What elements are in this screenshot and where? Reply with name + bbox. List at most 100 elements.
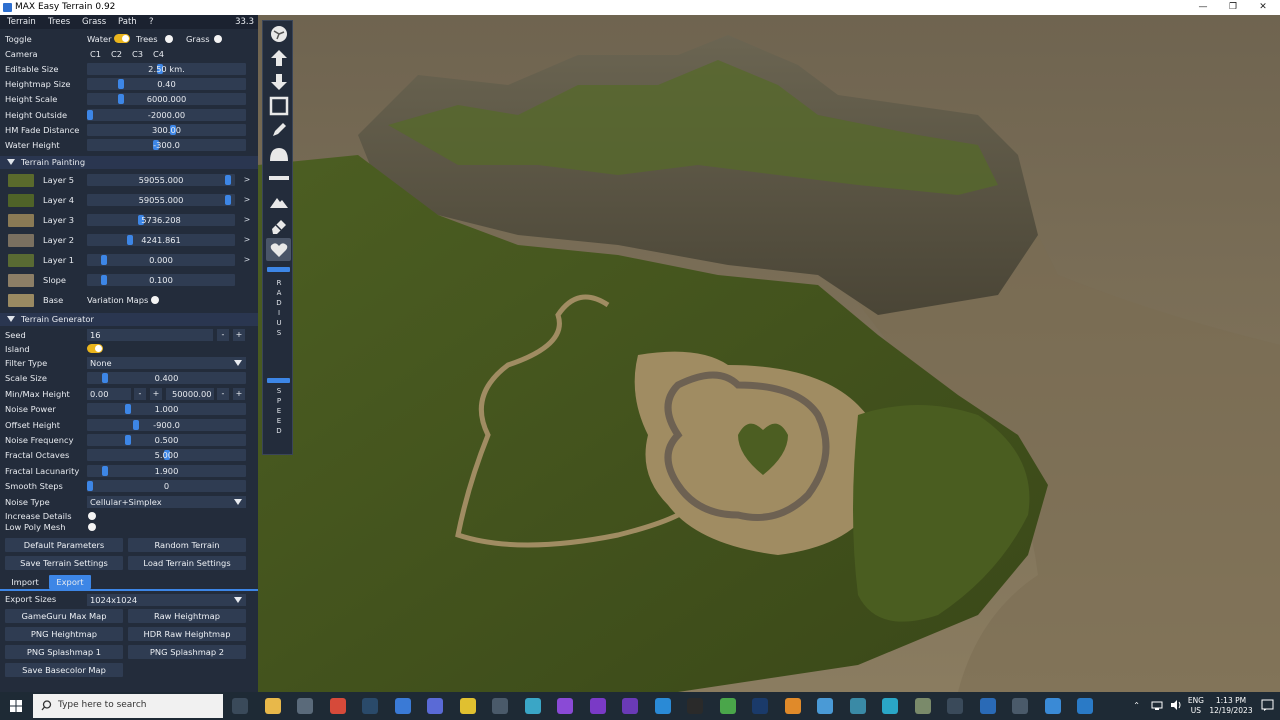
file-explorer-icon[interactable] xyxy=(264,698,281,714)
chevron-up-icon[interactable]: ⌃ xyxy=(1133,701,1140,710)
mountain-tool-icon[interactable] xyxy=(266,190,291,213)
chrome-icon[interactable] xyxy=(329,698,346,714)
layer-5-texture-swatch[interactable] xyxy=(8,174,34,187)
seed-decrement-button[interactable]: - xyxy=(217,329,229,341)
export-png-heightmap-button[interactable]: PNG Heightmap xyxy=(5,627,123,641)
terrain-viewport[interactable] xyxy=(258,15,1280,692)
layer-1-slider[interactable]: 0.000 xyxy=(87,254,235,266)
filter-type-dropdown[interactable]: None xyxy=(87,357,246,369)
expand-arrow-icon[interactable]: > xyxy=(242,214,252,226)
flatten-tool-icon[interactable] xyxy=(266,166,291,189)
eraser-tool-icon[interactable] xyxy=(266,214,291,237)
export-hdr-heightmap-button[interactable]: HDR Raw Heightmap xyxy=(128,627,246,641)
expand-arrow-icon[interactable]: > xyxy=(242,174,252,186)
easy-terrain-icon[interactable] xyxy=(914,698,931,714)
clock[interactable]: 1:13 PM 12/19/2023 xyxy=(1208,696,1254,716)
layer-5-slider[interactable]: 59055.000 xyxy=(87,174,235,186)
slope-slider[interactable]: 0.100 xyxy=(87,274,235,286)
app-green-icon[interactable] xyxy=(719,698,736,714)
app-globe-icon[interactable] xyxy=(1077,698,1093,714)
app-darkgray-icon[interactable] xyxy=(947,698,963,714)
app-cyan-icon[interactable] xyxy=(882,698,898,714)
min-decrement-button[interactable]: - xyxy=(134,388,146,400)
editable-size-slider[interactable]: 2.50 km. xyxy=(87,63,246,75)
menu-terrain[interactable]: Terrain xyxy=(7,17,36,27)
save-terrain-settings-button[interactable]: Save Terrain Settings xyxy=(5,556,123,570)
offset-height-slider[interactable]: -900.0 xyxy=(87,419,246,431)
max-height-input[interactable]: 50000.00 xyxy=(166,388,214,400)
photoshop-icon[interactable] xyxy=(752,698,768,714)
seed-input[interactable]: 16 xyxy=(87,329,213,341)
default-parameters-button[interactable]: Default Parameters xyxy=(5,538,123,552)
minimize-button[interactable]: — xyxy=(1191,0,1215,15)
heightmap-size-slider[interactable]: 0.40 xyxy=(87,78,246,90)
grass-toggle[interactable] xyxy=(214,35,222,43)
save-icon[interactable] xyxy=(427,698,443,714)
speed-slider-grab[interactable] xyxy=(267,378,290,383)
pen-tool-icon[interactable] xyxy=(266,118,291,141)
visual-studio-icon[interactable] xyxy=(557,698,573,714)
app-yellow-icon[interactable] xyxy=(459,698,476,714)
export-raw-heightmap-button[interactable]: Raw Heightmap xyxy=(128,609,246,623)
lower-tool-icon[interactable] xyxy=(266,70,291,93)
maximize-button[interactable]: ❐ xyxy=(1221,0,1245,15)
max-decrement-button[interactable]: - xyxy=(217,388,229,400)
app-orange-icon[interactable] xyxy=(784,698,801,714)
camera-c1-button[interactable]: C1 xyxy=(90,49,101,61)
export-png-splashmap1-button[interactable]: PNG Splashmap 1 xyxy=(5,645,123,659)
height-scale-slider[interactable]: 6000.000 xyxy=(87,93,246,105)
tab-export[interactable]: Export xyxy=(49,575,91,589)
export-png-splashmap2-button[interactable]: PNG Splashmap 2 xyxy=(128,645,246,659)
visual-studio-3-icon[interactable] xyxy=(622,698,638,714)
trees-toggle[interactable] xyxy=(165,35,173,43)
volume-icon[interactable] xyxy=(1170,699,1182,711)
water-height-slider[interactable]: -300.0 xyxy=(87,139,246,151)
noise-power-slider[interactable]: 1.000 xyxy=(87,403,246,415)
menu-help[interactable]: ? xyxy=(149,17,154,27)
layer-4-texture-swatch[interactable] xyxy=(8,194,34,207)
settings-icon[interactable] xyxy=(297,698,313,714)
layer-2-texture-swatch[interactable] xyxy=(8,234,34,247)
export-sizes-dropdown[interactable]: 1024x1024 xyxy=(87,594,246,606)
slope-texture-swatch[interactable] xyxy=(8,274,34,287)
layer-2-slider[interactable]: 4241.861 xyxy=(87,234,235,246)
close-button[interactable]: ✕ xyxy=(1251,0,1275,15)
app-blue-icon[interactable] xyxy=(394,698,411,714)
square-brush-icon[interactable] xyxy=(266,94,291,117)
network-icon[interactable] xyxy=(1151,699,1163,711)
layer-4-slider[interactable]: 59055.000 xyxy=(87,194,235,206)
terrain-painting-header[interactable]: Terrain Painting xyxy=(0,156,258,169)
variation-maps-toggle[interactable] xyxy=(151,296,159,304)
hm-fade-distance-slider[interactable]: 300.00 xyxy=(87,124,246,136)
expand-arrow-icon[interactable]: > xyxy=(242,234,252,246)
app-dark-icon[interactable] xyxy=(492,698,508,714)
export-gameguru-button[interactable]: GameGuru Max Map xyxy=(5,609,123,623)
notifications-icon[interactable] xyxy=(1261,699,1274,712)
fractal-lacunarity-slider[interactable]: 1.900 xyxy=(87,465,246,477)
visual-studio-2-icon[interactable] xyxy=(589,698,606,714)
water-toggle[interactable] xyxy=(114,34,130,43)
app-teal-icon[interactable] xyxy=(849,698,866,714)
scale-size-slider[interactable]: 0.400 xyxy=(87,372,246,384)
fractal-octaves-slider[interactable]: 5.000 xyxy=(87,449,246,461)
smooth-steps-slider[interactable]: 0 xyxy=(87,480,246,492)
raise-tool-icon[interactable] xyxy=(266,46,291,69)
increase-details-toggle[interactable] xyxy=(88,512,96,520)
low-poly-toggle[interactable] xyxy=(88,523,96,531)
menu-trees[interactable]: Trees xyxy=(48,17,70,27)
height-outside-slider[interactable]: -2000.00 xyxy=(87,109,246,121)
steam-icon[interactable] xyxy=(362,698,378,714)
random-terrain-button[interactable]: Random Terrain xyxy=(128,538,246,552)
windows-start-icon[interactable] xyxy=(10,700,22,712)
vscode-icon[interactable] xyxy=(654,698,671,714)
min-increment-button[interactable]: + xyxy=(150,388,162,400)
base-texture-swatch[interactable] xyxy=(8,294,34,307)
save-basecolor-map-button[interactable]: Save Basecolor Map xyxy=(5,663,123,677)
tab-import[interactable]: Import xyxy=(5,575,45,589)
taskbar-search-box[interactable]: Type here to search xyxy=(33,694,223,718)
min-height-input[interactable]: 0.00 xyxy=(87,388,131,400)
layer-3-texture-swatch[interactable] xyxy=(8,214,34,227)
terrain-generator-header[interactable]: Terrain Generator xyxy=(0,313,258,326)
radius-slider-grab[interactable] xyxy=(267,267,290,272)
layer-3-slider[interactable]: 5736.208 xyxy=(87,214,235,226)
